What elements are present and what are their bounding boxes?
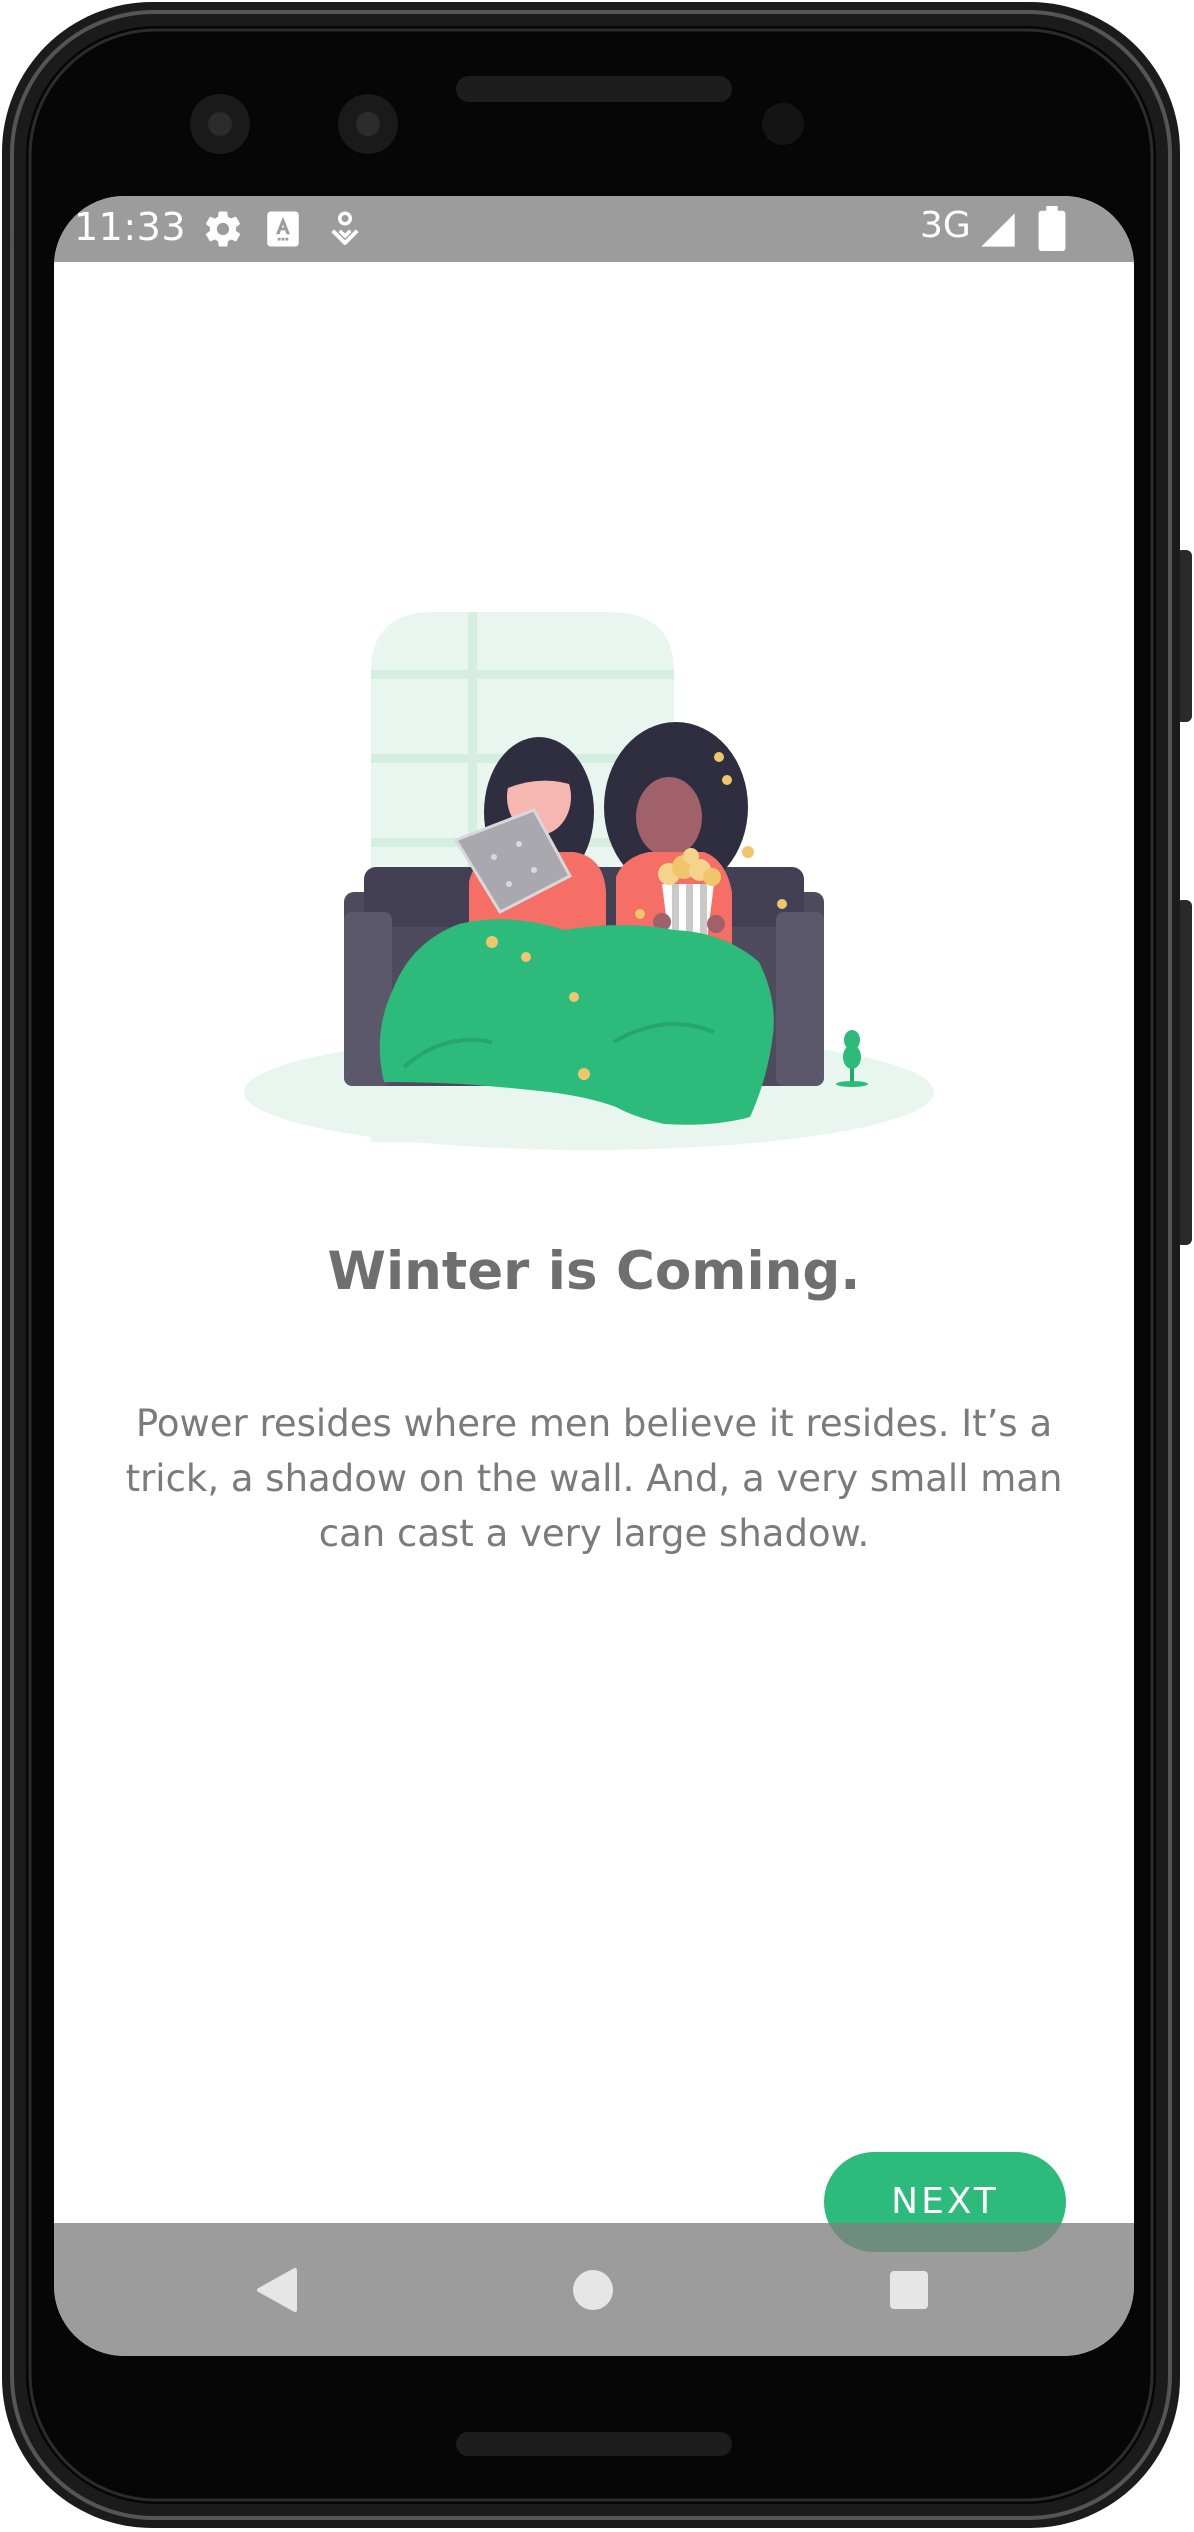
status-time: 11:33 [74, 205, 187, 249]
battery-icon [1038, 206, 1066, 252]
accessibility-a-icon [267, 211, 299, 247]
onboarding-illustration [244, 612, 934, 1150]
system-nav-bar [54, 2223, 1134, 2356]
onboarding-body: Power resides where men believe it resid… [125, 1402, 1063, 1555]
home-icon[interactable] [548, 2245, 638, 2335]
network-type: 3G [920, 205, 971, 246]
proximity-sensor [762, 103, 804, 145]
front-camera-icon [190, 94, 250, 154]
onboarding-title: Winter is Coming. [327, 1241, 861, 1302]
person-right-illustration [604, 722, 748, 947]
signal-icon [981, 213, 1015, 247]
front-camera-icon [338, 94, 398, 154]
recents-icon[interactable] [864, 2245, 954, 2335]
earpiece-speaker [456, 76, 732, 102]
screen: 11:33 3G Winter is Coming. Power resides… [54, 196, 1134, 2356]
settings-icon [205, 211, 241, 247]
bottom-speaker [456, 2432, 732, 2456]
status-bar: 11:33 3G [54, 196, 1134, 262]
location-pin-icon [331, 211, 359, 245]
back-icon[interactable] [232, 2245, 322, 2335]
